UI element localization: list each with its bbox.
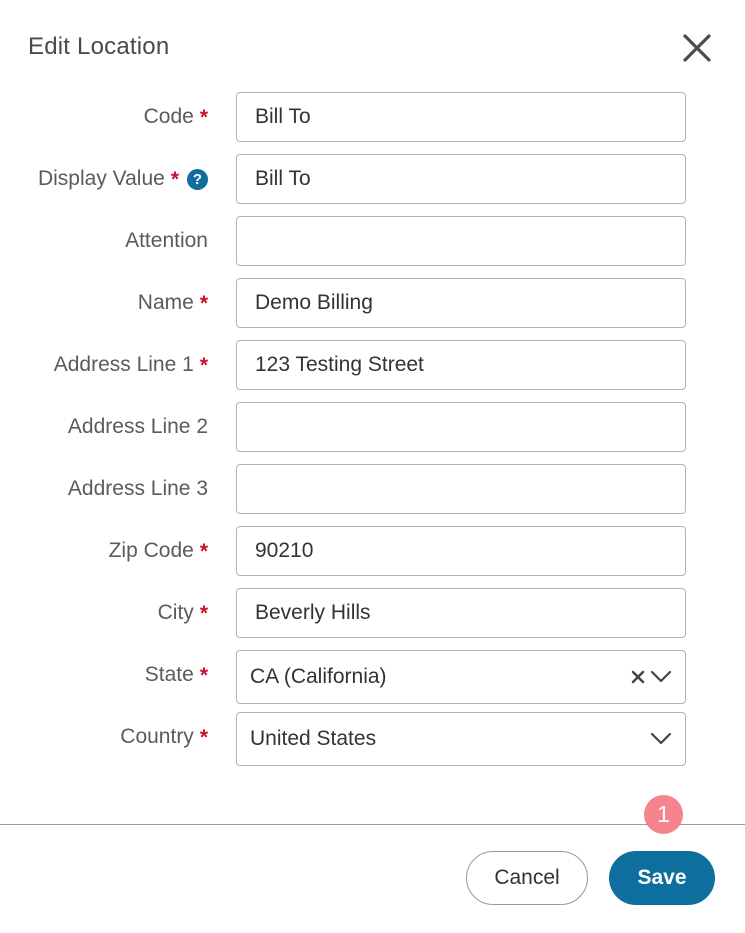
field-row-name: Name * [0, 278, 745, 328]
field-row-display-value: Display Value * ? [0, 154, 745, 204]
field-label-city: City [157, 601, 194, 624]
city-input[interactable] [236, 588, 686, 638]
field-label-code: Code [143, 105, 194, 128]
required-marker: * [199, 539, 208, 563]
field-label-zip-code: Zip Code [108, 539, 194, 562]
help-icon[interactable]: ? [187, 168, 208, 190]
field-label-name: Name [137, 291, 194, 314]
name-input[interactable] [236, 278, 686, 328]
address-line-1-input[interactable] [236, 340, 686, 390]
edit-location-dialog: Edit Location Code * Display Value * ? A… [0, 0, 745, 933]
country-select[interactable]: United States [236, 712, 686, 766]
required-marker: * [199, 663, 208, 687]
cancel-button[interactable]: Cancel [466, 851, 588, 905]
field-label-attention: Attention [125, 229, 208, 252]
country-selected-value: United States [250, 727, 377, 750]
display-value-input[interactable] [236, 154, 686, 204]
state-select[interactable]: CA (California) [236, 650, 686, 704]
field-row-country: Country * United States [0, 712, 745, 766]
field-label-display-value: Display Value [37, 167, 165, 190]
field-label-country: Country [120, 725, 194, 748]
footer-divider [0, 824, 745, 825]
code-input[interactable] [236, 92, 686, 142]
field-label-address-line-1: Address Line 1 [53, 353, 194, 376]
field-row-zip-code: Zip Code * [0, 526, 745, 576]
required-marker: * [199, 105, 208, 129]
field-label-address-line-2: Address Line 2 [67, 415, 208, 438]
chevron-down-icon[interactable] [649, 665, 673, 689]
close-icon [683, 34, 711, 62]
address-line-2-input[interactable] [236, 402, 686, 452]
dialog-title: Edit Location [28, 33, 170, 60]
required-marker: * [170, 167, 179, 191]
required-marker: * [199, 353, 208, 377]
field-row-code: Code * [0, 92, 745, 142]
field-row-city: City * [0, 588, 745, 638]
field-row-state: State * CA (California) [0, 650, 745, 704]
zip-code-input[interactable] [236, 526, 686, 576]
chevron-down-icon[interactable] [649, 727, 673, 751]
step-badge: 1 [644, 795, 683, 834]
field-row-address-line-3: Address Line 3 [0, 464, 745, 514]
state-selected-value: CA (California) [250, 665, 387, 688]
required-marker: * [199, 291, 208, 315]
address-line-3-input[interactable] [236, 464, 686, 514]
close-button[interactable] [680, 31, 714, 65]
field-label-address-line-3: Address Line 3 [67, 477, 208, 500]
required-marker: * [199, 601, 208, 625]
field-row-attention: Attention [0, 216, 745, 266]
attention-input[interactable] [236, 216, 686, 266]
save-button[interactable]: Save [609, 851, 715, 905]
clear-icon[interactable] [629, 668, 647, 686]
field-label-state: State [144, 663, 194, 686]
required-marker: * [199, 725, 208, 749]
field-row-address-line-1: Address Line 1 * [0, 340, 745, 390]
field-row-address-line-2: Address Line 2 [0, 402, 745, 452]
